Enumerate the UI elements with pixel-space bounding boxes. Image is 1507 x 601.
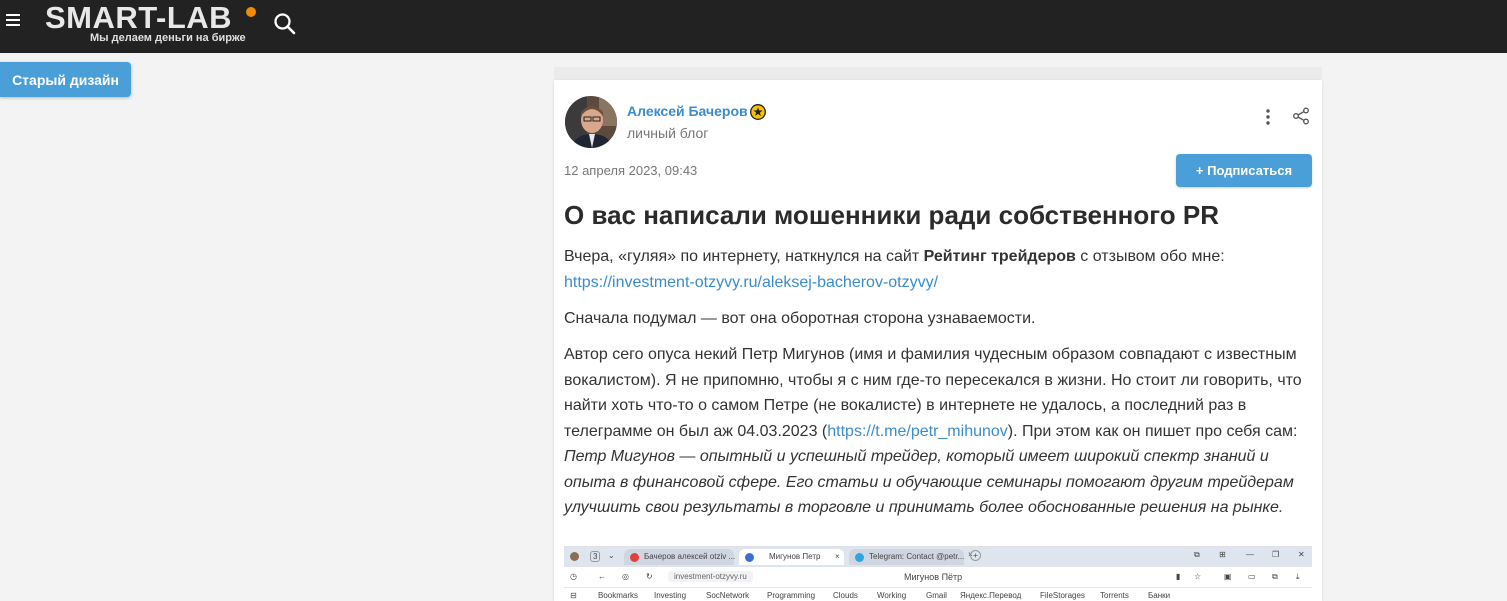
- tab-count: 3: [590, 551, 601, 562]
- favorite-icon[interactable]: ☆: [1194, 572, 1201, 581]
- blog-type[interactable]: личный блог: [627, 125, 708, 141]
- downloads-icon[interactable]: ⊞: [1219, 550, 1226, 559]
- logo-tagline: Мы делаем деньги на бирже: [90, 32, 246, 44]
- search-icon[interactable]: [272, 11, 298, 37]
- reload-icon[interactable]: ↻: [646, 572, 653, 581]
- back-icon[interactable]: ←: [598, 572, 606, 581]
- site-icon: [745, 553, 754, 562]
- paragraph-1: Вчера, «гуляя» по интернету, наткнулся н…: [564, 244, 1314, 295]
- bookmark-item[interactable]: Torrents: [1100, 591, 1129, 600]
- tab-1[interactable]: Бачеров алексей otziv ...: [624, 549, 736, 565]
- history-icon[interactable]: ◷: [570, 572, 577, 581]
- telegram-link[interactable]: https://t.me/petr_mihunov: [827, 423, 1008, 440]
- review-link[interactable]: https://investment-otzyvy.ru/aleksej-bac…: [564, 274, 938, 291]
- close-window-icon[interactable]: ✕: [1298, 550, 1305, 559]
- bookmark-item[interactable]: Clouds: [833, 591, 858, 600]
- tab-1-label: Бачеров алексей otziv ...: [644, 552, 736, 561]
- address-input[interactable]: investment-otzyvy.ru: [668, 571, 753, 582]
- telegram-icon: [855, 553, 864, 562]
- post-title: О вас написали мошенники ради собственно…: [564, 200, 1219, 230]
- more-options-icon[interactable]: [1260, 108, 1276, 126]
- bookmark-item[interactable]: Working: [877, 591, 906, 600]
- collections-icon[interactable]: ⧉: [1194, 550, 1200, 560]
- screenshot-icon[interactable]: ⧉: [1272, 572, 1278, 582]
- author-name[interactable]: Алексей Бачеров: [627, 103, 748, 119]
- yandex-icon: [630, 553, 639, 562]
- logo-dot: [246, 7, 256, 17]
- bookmark-item[interactable]: SocNetwork: [706, 591, 749, 600]
- share-icon[interactable]: [1292, 107, 1310, 125]
- p1-bold: Рейтинг трейдеров: [923, 248, 1076, 265]
- bookmark-item[interactable]: Банки: [1148, 591, 1170, 600]
- close-tab-icon[interactable]: ×: [835, 552, 840, 561]
- tab-3[interactable]: Telegram: Contact @petr...: [849, 549, 964, 565]
- post-date: 12 апреля 2023, 09:43: [564, 163, 698, 178]
- bookmark-item[interactable]: Investing: [654, 591, 686, 600]
- subscribe-button[interactable]: + Подписаться: [1176, 154, 1312, 187]
- restore-icon[interactable]: ❐: [1272, 550, 1279, 559]
- p1-text-b: с отзывом обо мне:: [1075, 248, 1225, 265]
- minimize-icon[interactable]: —: [1246, 550, 1254, 559]
- p1-text-a: Вчера, «гуляя» по интернету, наткнулся н…: [564, 248, 924, 265]
- post-card: Алексей Бачеров личный блог 12 апреля 20…: [554, 80, 1322, 601]
- extension-icon[interactable]: ▣: [1224, 572, 1232, 581]
- site-logo[interactable]: SMART-LAB: [45, 0, 256, 35]
- p3-text-b: ). При этом как он пишет про себя сам:: [1007, 422, 1298, 440]
- tab-3-label: Telegram: Contact @petr...: [869, 552, 965, 561]
- bookmark-item[interactable]: Programming: [767, 591, 815, 600]
- tab-2-label: Мигунов Петр: [769, 552, 821, 561]
- hamburger-icon[interactable]: [6, 14, 20, 27]
- bookmark-item[interactable]: Bookmarks: [598, 591, 638, 600]
- battery-icon: ▭: [1248, 572, 1256, 581]
- browser-addressbar: ◷ ← ◎ ↻ investment-otzyvy.ru Мигунов Пёт…: [564, 567, 1312, 587]
- browser-tabbar: 3 ⌄ Бачеров алексей otziv ... Мигунов Пе…: [564, 547, 1312, 567]
- paragraph-3: Автор сего опуса некий Петр Мигунов (имя…: [564, 342, 1314, 521]
- tab-list-icon: ⌄: [608, 551, 615, 560]
- bookmark-item[interactable]: Gmail: [926, 591, 947, 600]
- profile-icon: [570, 552, 579, 561]
- browser-bookmarks-bar: ⊟ Bookmarks Investing SocNetwork Program…: [564, 587, 1312, 601]
- badge-icon: [750, 104, 766, 120]
- old-design-button[interactable]: Старый дизайн: [0, 62, 131, 97]
- paragraph-2: Сначала подумал — вот она оборотная стор…: [564, 310, 1036, 327]
- reader-icon[interactable]: ◎: [622, 572, 629, 581]
- bookmark-page-icon[interactable]: ▮: [1176, 572, 1180, 581]
- bookmark-item[interactable]: FileStorages: [1040, 591, 1085, 600]
- tab-2[interactable]: Мигунов Петр ×: [739, 549, 844, 565]
- download-icon[interactable]: ⤓: [1296, 572, 1300, 582]
- logo-text: SMART-LAB: [45, 0, 233, 35]
- card-top-strip: [554, 67, 1322, 80]
- p3-quote: Петр Мигунов — опытный и успешный трейде…: [564, 448, 1294, 516]
- avatar[interactable]: [565, 96, 617, 148]
- embedded-screenshot[interactable]: 3 ⌄ Бачеров алексей otziv ... Мигунов Пе…: [564, 546, 1312, 601]
- page-title-display: Мигунов Пётр: [904, 572, 963, 582]
- new-tab-icon[interactable]: +: [970, 550, 981, 561]
- bookmark-item[interactable]: Яндекс.Перевод: [960, 591, 1021, 600]
- top-bar: SMART-LAB Мы делаем деньги на бирже: [0, 0, 1507, 53]
- bookmarks-icon[interactable]: ⊟: [570, 591, 577, 600]
